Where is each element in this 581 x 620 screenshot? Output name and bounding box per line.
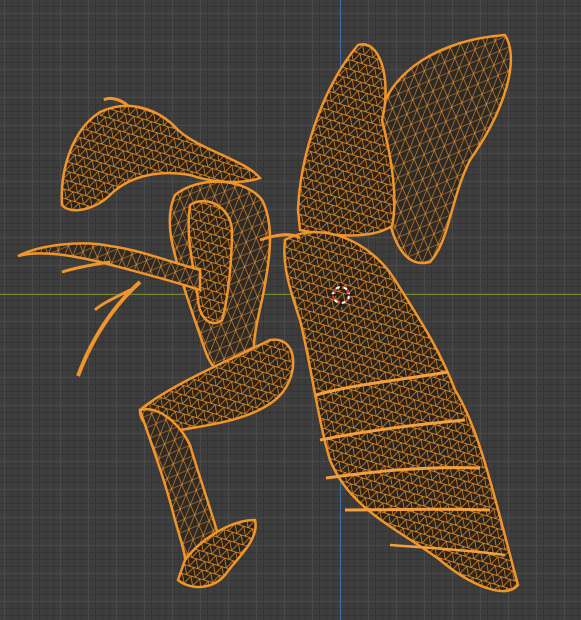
abdomen xyxy=(283,230,520,593)
wing-back xyxy=(374,33,513,265)
wireframe-mesh[interactable] xyxy=(0,0,581,620)
wing-front xyxy=(296,43,396,237)
3d-cursor-icon[interactable] xyxy=(329,283,353,307)
3d-viewport[interactable] xyxy=(0,0,581,620)
finger-2 xyxy=(76,280,142,377)
finger-1 xyxy=(61,260,111,274)
